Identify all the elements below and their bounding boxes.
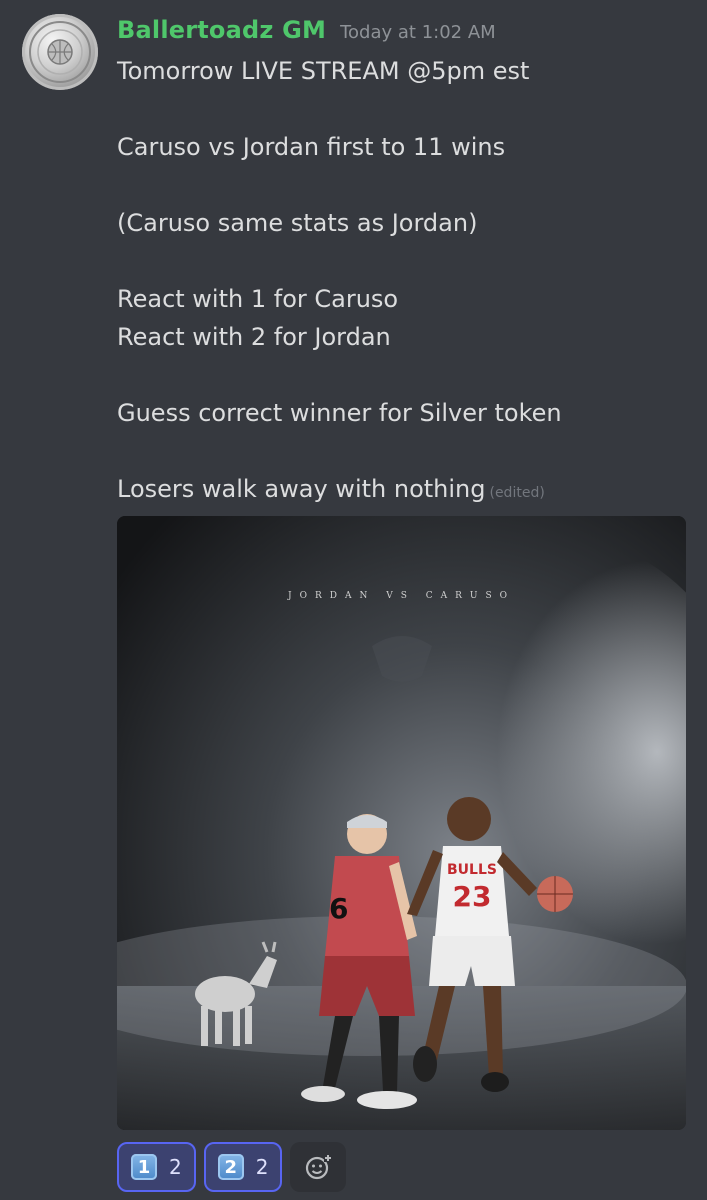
- reaction-count: 2: [255, 1155, 269, 1179]
- message-line: React with 1 for Caruso: [117, 285, 399, 313]
- image-attachment[interactable]: 6 BULLS 23 JORDAN VS CARUSO: [117, 516, 686, 1130]
- message-line: React with 2 for Jordan: [117, 323, 391, 351]
- message-line: Caruso vs Jordan first to 11 wins: [117, 133, 506, 161]
- reaction-2[interactable]: 2 2: [203, 1142, 283, 1192]
- user-avatar[interactable]: [22, 14, 98, 90]
- poster-image: 6 BULLS 23: [117, 516, 686, 1130]
- poster-title: JORDAN VS CARUSO: [287, 591, 516, 601]
- message-content: Tomorrow LIVE STREAM @5pm est Caruso vs …: [117, 52, 687, 508]
- message-line: Tomorrow LIVE STREAM @5pm est: [117, 57, 530, 85]
- message-line: (Caruso same stats as Jordan): [117, 209, 478, 237]
- message-line: [117, 166, 687, 204]
- keycap-2-icon: 2: [217, 1154, 244, 1180]
- chat-message: Ballertoadz GM Today at 1:02 AM Tomorrow…: [0, 0, 707, 1200]
- reaction-1[interactable]: 1 2: [117, 1142, 196, 1192]
- message-line: Guess correct winner for Silver token: [117, 399, 562, 427]
- reaction-count: 2: [169, 1155, 182, 1179]
- jersey-number: 23: [453, 880, 492, 913]
- svg-text:6: 6: [329, 892, 348, 925]
- message-line: [117, 356, 687, 394]
- message-line-text: Losers walk away with nothing: [117, 475, 486, 503]
- keycap-1-icon: 1: [131, 1154, 157, 1180]
- message-header: Ballertoadz GM Today at 1:02 AM: [117, 16, 496, 52]
- message-line: [117, 242, 687, 280]
- reactions-bar: 1 2 2 2: [117, 1142, 347, 1192]
- add-reaction-icon: [306, 1154, 333, 1180]
- basketball-coin-icon: [29, 21, 91, 83]
- message-line: [117, 432, 687, 470]
- author-name[interactable]: Ballertoadz GM: [117, 16, 326, 44]
- add-reaction-button[interactable]: [290, 1142, 347, 1192]
- message-line-last: Losers walk away with nothing (edited): [117, 470, 687, 508]
- edited-label: (edited): [489, 485, 545, 501]
- message-line: [117, 90, 687, 128]
- jersey-text: BULLS: [447, 862, 497, 878]
- message-timestamp: Today at 1:02 AM: [340, 22, 496, 43]
